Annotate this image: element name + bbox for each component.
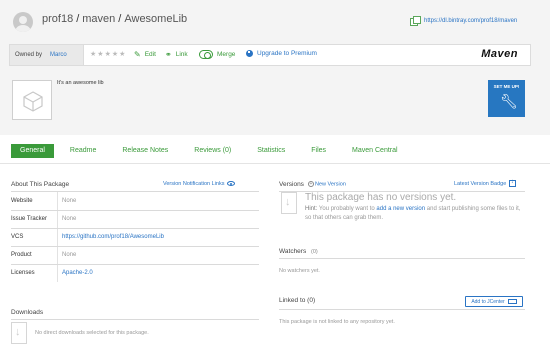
about-column-divider	[57, 192, 58, 282]
rating-stars[interactable]: ★ ★ ★ ★ ★	[90, 51, 126, 58]
version-notification-label: Version Notification Links	[163, 181, 225, 187]
licenses-label: Licenses	[11, 270, 35, 276]
downloads-title: Downloads	[11, 309, 44, 316]
versions-hint: Hint: You probably want to add a new ver…	[305, 205, 525, 223]
add-to-jcenter-label: Add to JCenter	[471, 298, 505, 305]
star-icon[interactable]: ★	[112, 51, 118, 58]
jcenter-icon	[507, 299, 517, 304]
watchers-divider	[279, 258, 525, 259]
download-url-link[interactable]: https://dl.bintray.com/prof18/maven	[424, 18, 517, 24]
link-label: Link	[175, 51, 188, 58]
set-me-up-label: SET ME UP!	[493, 84, 520, 89]
watchers-count: (0)	[311, 249, 318, 255]
tab-statistics[interactable]: Statistics	[257, 144, 285, 158]
edit-label: Edit	[144, 51, 156, 58]
row-divider	[11, 246, 259, 247]
linked-title: Linked to (0)	[279, 297, 316, 304]
tab-general[interactable]: General	[11, 144, 54, 158]
cube-icon	[23, 91, 43, 112]
tab-readme[interactable]: Readme	[70, 144, 96, 158]
info-icon	[246, 50, 253, 57]
star-icon[interactable]: ★	[119, 51, 125, 58]
wrench-icon: 🔧︎	[500, 93, 518, 109]
chain-link-icon: ⚭	[165, 50, 172, 59]
tab-reviews[interactable]: Reviews (0)	[194, 144, 231, 158]
merge-label: Merge	[217, 51, 236, 58]
new-version-button[interactable]: + New Version	[308, 181, 346, 187]
no-versions-title: This package has no versions yet.	[305, 192, 457, 203]
upgrade-label: Upgrade to Premium	[257, 50, 317, 57]
website-value: None	[62, 198, 77, 204]
breadcrumb-repo[interactable]: maven	[82, 13, 115, 25]
new-version-label: New Version	[315, 181, 346, 188]
tab-files[interactable]: Files	[311, 144, 326, 158]
package-toolbar: Owned by Marco ★ ★ ★ ★ ★ ✎ Edit ⚭ Link M…	[9, 44, 531, 66]
row-divider	[11, 264, 259, 265]
add-new-version-link[interactable]: add a new version	[376, 206, 425, 212]
linked-empty-text: This package is not linked to any reposi…	[279, 319, 395, 325]
pencil-icon: ✎	[134, 50, 141, 59]
copy-icon[interactable]	[410, 16, 421, 26]
about-title: About This Package	[11, 181, 70, 188]
star-icon[interactable]: ★	[105, 51, 111, 58]
package-description: It's an awesome lib	[57, 80, 104, 86]
downloads-divider	[11, 319, 259, 320]
owned-by-label: Owned by	[15, 52, 43, 58]
upgrade-premium-button[interactable]: Upgrade to Premium	[246, 50, 317, 57]
latest-version-badge-label: Latest Version Badge	[454, 180, 507, 187]
version-notification-link[interactable]: Version Notification Links	[163, 181, 236, 187]
star-icon[interactable]: ★	[97, 51, 103, 58]
watchers-label: Watchers	[279, 248, 307, 255]
breadcrumb-separator: /	[76, 13, 80, 25]
tab-maven-central[interactable]: Maven Central	[352, 144, 398, 158]
tab-release-notes[interactable]: Release Notes	[122, 144, 168, 158]
vcs-link[interactable]: https://github.com/prof18/AwesomeLib	[62, 234, 164, 240]
vcs-label: VCS	[11, 234, 24, 240]
maven-logo: Maven	[481, 48, 518, 60]
hint-label: Hint:	[305, 206, 318, 212]
watchers-empty-text: No watchers yet.	[279, 268, 320, 274]
plus-icon: +	[308, 181, 314, 187]
download-icon	[509, 179, 517, 187]
eye-icon	[227, 181, 236, 187]
set-me-up-button[interactable]: SET ME UP! 🔧︎	[488, 80, 525, 117]
breadcrumb-owner[interactable]: prof18	[42, 13, 73, 25]
breadcrumb: prof18/maven / AwesomeLib	[42, 13, 187, 25]
latest-version-badge-link[interactable]: Latest Version Badge	[454, 179, 517, 187]
breadcrumb-package: AwesomeLib	[124, 13, 188, 25]
website-label: Website	[11, 198, 33, 204]
add-to-jcenter-button[interactable]: Add to JCenter	[465, 296, 523, 307]
package-icon	[12, 80, 52, 120]
breadcrumb-separator: /	[118, 13, 122, 25]
merge-icon	[199, 50, 213, 59]
issue-tracker-value: None	[62, 216, 77, 222]
package-tabs: General Readme Release Notes Reviews (0)…	[11, 144, 424, 158]
download-placeholder-icon	[11, 322, 27, 344]
versions-title: Versions	[279, 181, 304, 188]
linked-divider	[279, 309, 525, 310]
row-divider	[11, 228, 259, 229]
merge-button[interactable]: Merge	[199, 50, 235, 59]
watchers-title: Watchers (0)	[279, 248, 318, 255]
about-divider	[11, 191, 259, 192]
link-button[interactable]: ⚭ Link	[165, 50, 188, 59]
product-value: None	[62, 252, 77, 258]
downloads-empty-text: No direct downloads selected for this pa…	[35, 330, 149, 336]
hint-text-before: You probably want to	[318, 206, 375, 212]
edit-button[interactable]: ✎ Edit	[134, 50, 156, 59]
owner-link[interactable]: Marco	[50, 52, 67, 58]
issue-tracker-label: Issue Tracker	[11, 216, 48, 222]
download-url[interactable]: https://dl.bintray.com/prof18/maven	[410, 16, 517, 26]
owner-box: Owned by Marco	[10, 45, 84, 65]
product-label: Product	[11, 252, 32, 258]
license-link[interactable]: Apache-2.0	[62, 270, 93, 276]
owner-avatar[interactable]	[13, 12, 33, 32]
star-icon[interactable]: ★	[90, 51, 96, 58]
versions-placeholder-icon	[281, 192, 297, 214]
row-divider	[11, 210, 259, 211]
tabs-divider	[0, 163, 550, 164]
